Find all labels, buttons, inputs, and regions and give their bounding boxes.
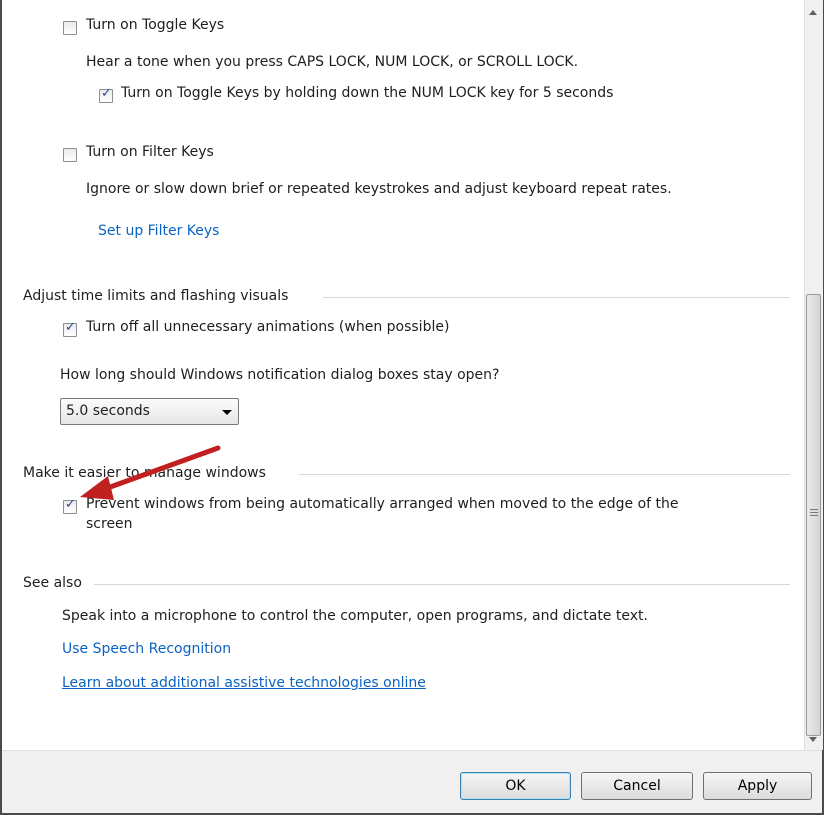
toggle-keys-numlock-checkbox[interactable]: ✓ [99,86,113,103]
notification-question: How long should Windows notification dia… [60,367,500,383]
section-divider [299,474,790,475]
ok-button[interactable]: OK [460,772,571,800]
use-speech-recognition-link[interactable]: Use Speech Recognition [62,641,231,657]
time-limits-heading: Adjust time limits and flashing visuals [23,288,289,304]
notification-duration-select[interactable]: 5.0 seconds [60,398,239,425]
toggle-keys-numlock-label[interactable]: Turn on Toggle Keys by holding down the … [121,85,613,101]
set-up-filter-keys-link[interactable]: Set up Filter Keys [98,223,219,239]
notification-duration-value: 5.0 seconds [66,403,150,419]
settings-content: Turn on Toggle Keys Hear a tone when you… [2,0,802,750]
vertical-scrollbar[interactable] [804,0,823,750]
red-arrow-annotation-icon [80,445,221,500]
dropdown-arrow-icon [222,410,232,415]
scroll-down-arrow-icon[interactable] [809,737,817,742]
filter-keys-checkbox[interactable] [63,148,77,162]
toggle-keys-description: Hear a tone when you press CAPS LOCK, NU… [86,54,579,70]
grip-line [810,509,818,510]
section-divider [323,297,790,298]
toggle-keys-label[interactable]: Turn on Toggle Keys [86,17,224,33]
grip-line [810,515,818,516]
checkmark-icon: ✓ [65,320,76,335]
speech-description: Speak into a microphone to control the c… [62,608,648,624]
animations-checkbox[interactable]: ✓ [63,320,77,337]
section-divider [94,584,790,585]
dialog-footer [2,750,822,813]
toggle-keys-checkbox[interactable] [63,21,77,35]
checkmark-icon: ✓ [101,86,112,101]
prevent-arrange-label-line2[interactable]: screen [86,516,133,532]
grip-line [810,512,818,513]
filter-keys-label[interactable]: Turn on Filter Keys [86,144,214,160]
see-also-heading: See also [23,575,82,591]
assistive-technologies-link[interactable]: Learn about additional assistive technol… [62,675,426,691]
cancel-button[interactable]: Cancel [581,772,693,800]
animations-label[interactable]: Turn off all unnecessary animations (whe… [86,319,449,335]
scroll-up-arrow-icon[interactable] [809,10,817,15]
scrollbar-thumb[interactable] [806,294,821,736]
apply-button[interactable]: Apply [703,772,812,800]
filter-keys-description: Ignore or slow down brief or repeated ke… [86,181,672,197]
